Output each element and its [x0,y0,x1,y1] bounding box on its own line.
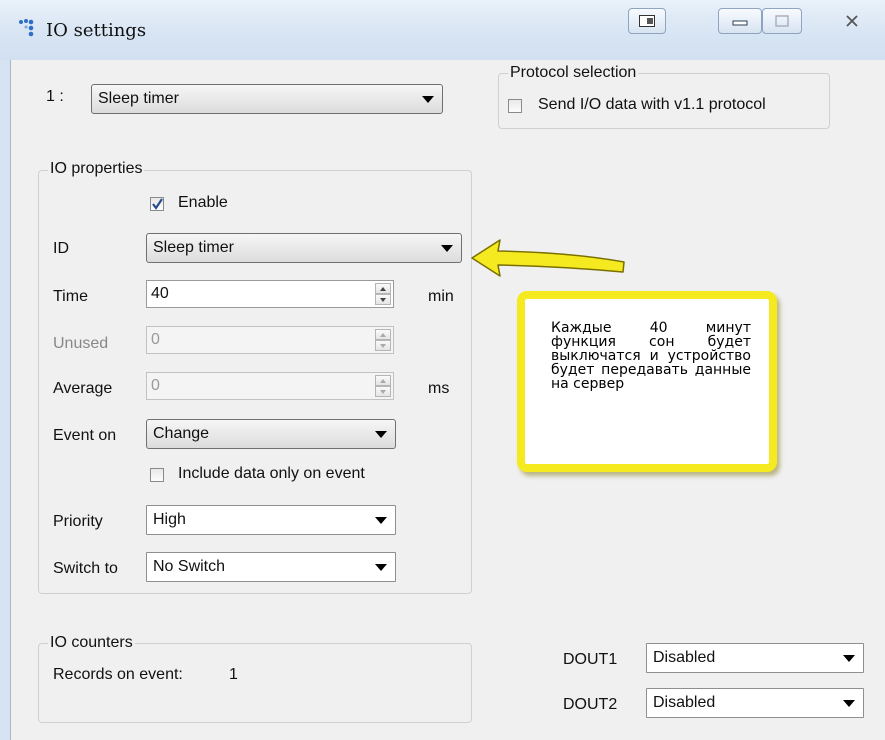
enable-checkbox[interactable] [150,197,164,211]
average-value: 0 [151,377,160,394]
dout2-value: Disabled [653,694,716,711]
unused-value: 0 [151,331,160,348]
records-on-event-label: Records on event: [53,666,183,683]
chevron-down-icon [375,517,387,524]
event-on-value: Change [153,425,210,442]
switch-to-dropdown[interactable]: No Switch [146,552,396,582]
dout2-dropdown[interactable]: Disabled [646,688,864,718]
chevron-down-icon [843,655,855,662]
window-switch-button[interactable] [628,8,666,34]
window-title: IO settings [46,20,147,41]
app-icon [19,19,34,37]
io-counters-legend: IO counters [48,634,135,652]
unused-increment-button [375,329,391,340]
minimize-button[interactable] [718,8,762,34]
switch-to-value: No Switch [153,558,226,575]
chevron-down-icon [441,245,453,252]
average-increment-button [375,375,391,386]
window-icon [639,15,655,27]
average-stepper: 0 [146,372,394,400]
protocol-v11-checkbox[interactable] [508,99,522,113]
event-on-label: Event on [53,427,117,444]
annotation-note-text: Каждые 40 минут функция сон будет выключ… [551,320,751,392]
event-on-dropdown[interactable]: Change [146,419,396,449]
time-decrement-button[interactable] [375,294,391,305]
close-icon [846,15,858,27]
priority-dropdown[interactable]: High [146,505,396,535]
switch-to-label: Switch to [53,560,118,577]
time-unit: min [428,288,454,305]
average-label: Average [53,380,113,397]
chevron-down-icon [422,96,434,103]
enable-label: Enable [178,194,228,211]
time-stepper-buttons [375,283,391,305]
io-select-value: Sleep timer [98,90,179,107]
unused-decrement-button [375,340,391,351]
unused-label: Unused [53,335,109,352]
dout2-label: DOUT2 [563,696,618,713]
id-dropdown[interactable]: Sleep timer [146,233,462,263]
average-stepper-buttons [375,375,391,397]
id-value: Sleep timer [153,239,234,256]
priority-value: High [153,511,186,528]
annotation-note: Каждые 40 минут функция сон будет выключ… [517,291,777,472]
io-select-dropdown[interactable]: Sleep timer [91,84,443,114]
records-on-event-value: 1 [229,666,238,683]
chevron-down-icon [375,431,387,438]
time-stepper[interactable]: 40 [146,280,394,308]
time-increment-button[interactable] [375,283,391,294]
maximize-button[interactable] [762,8,802,34]
dout1-value: Disabled [653,649,716,666]
include-data-label: Include data only on event [178,465,365,482]
annotation-arrow-icon [471,239,625,277]
dout1-label: DOUT1 [563,651,618,668]
include-data-checkbox[interactable] [150,468,164,482]
time-label: Time [53,288,88,305]
close-button[interactable] [824,8,880,34]
chevron-down-icon [375,564,387,571]
unused-stepper: 0 [146,326,394,354]
title-bar[interactable]: IO settings [0,0,885,60]
protocol-selection-legend: Protocol selection [508,64,639,82]
average-decrement-button [375,386,391,397]
id-label: ID [53,240,69,257]
protocol-v11-label: Send I/O data with v1.1 protocol [538,96,766,113]
average-unit: ms [428,380,450,397]
minimize-icon [732,20,748,26]
time-value: 40 [151,285,169,302]
io-index-label: 1 : [46,88,64,105]
chevron-down-icon [843,700,855,707]
maximize-icon [775,15,789,27]
checkmark-icon [152,198,163,210]
priority-label: Priority [53,513,103,530]
io-settings-window: IO settings 1 : Sleep timer Protocol sel… [0,0,885,740]
dout1-dropdown[interactable]: Disabled [646,643,864,673]
io-properties-legend: IO properties [48,160,145,178]
unused-stepper-buttons [375,329,391,351]
